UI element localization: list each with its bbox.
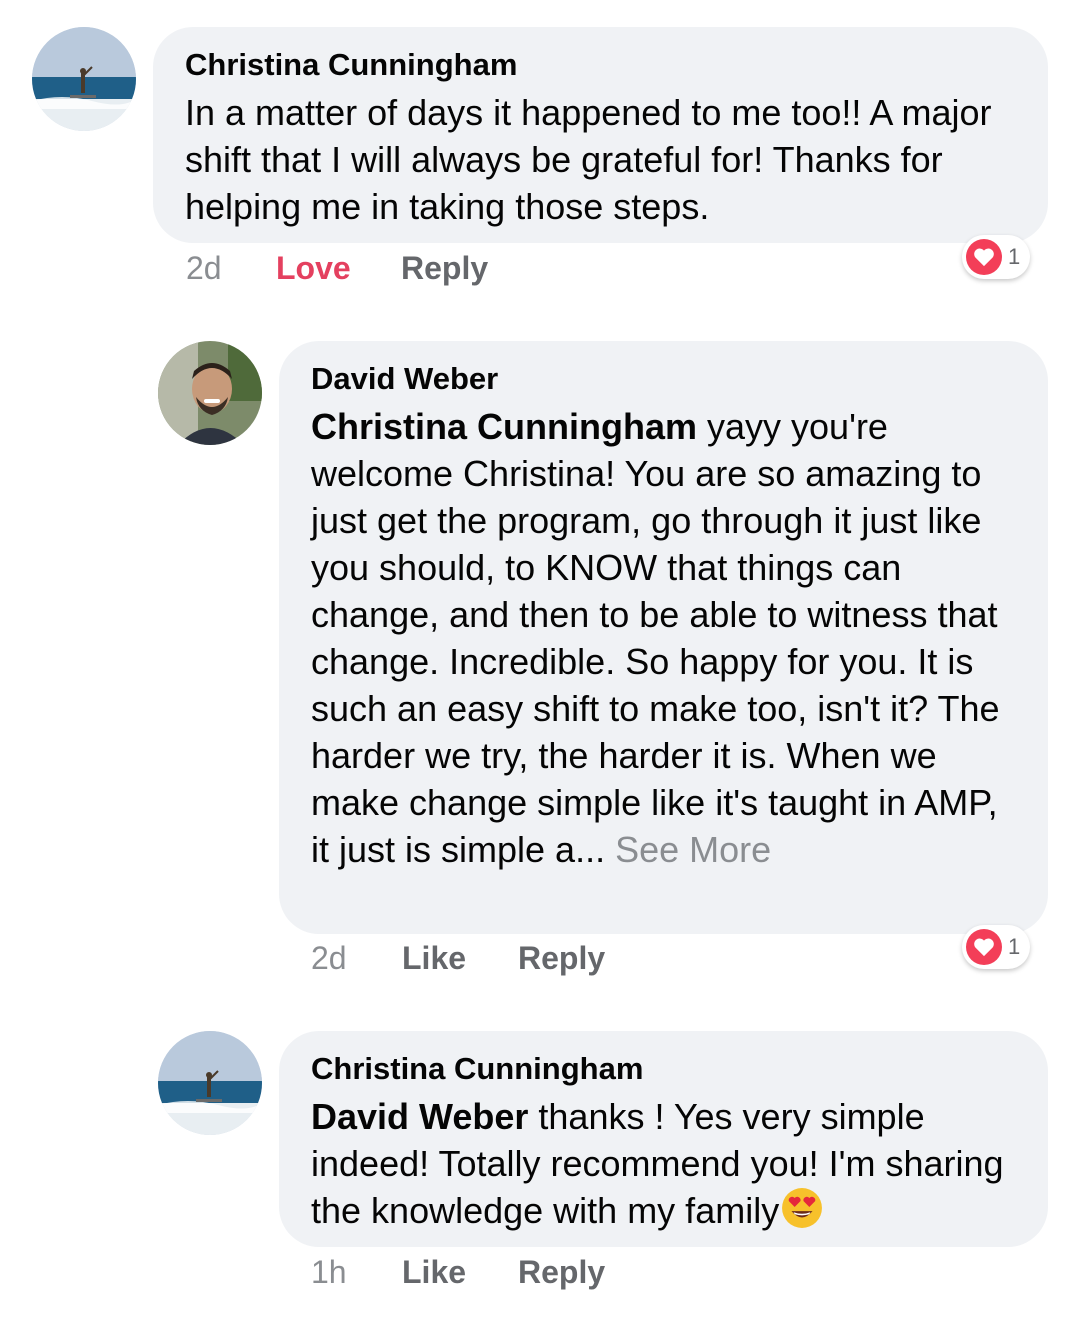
heart-eyes-emoji [782, 1188, 823, 1228]
like-button[interactable]: Like [402, 1254, 518, 1291]
profile-photo-icon [158, 341, 262, 445]
mention-link[interactable]: David Weber [311, 1096, 528, 1137]
comment-timestamp[interactable]: 1h [311, 1254, 402, 1291]
comment-actions: 2d Like Reply [311, 936, 605, 980]
comment-timestamp[interactable]: 2d [186, 250, 276, 287]
comment-bubble: Christina Cunningham David Weber thanks … [279, 1031, 1048, 1247]
reply-button[interactable]: Reply [401, 250, 488, 287]
comment-actions: 2d Love Reply [186, 246, 488, 290]
beach-photo-icon [32, 27, 136, 131]
comment-author[interactable]: Christina Cunningham [185, 45, 1014, 85]
reply-button[interactable]: Reply [518, 940, 605, 977]
comment-text: In a matter of days it happened to me to… [185, 92, 992, 227]
comment-author[interactable]: David Weber [311, 359, 1018, 399]
comment-timestamp[interactable]: 2d [311, 940, 402, 977]
comment-text: David Weber thanks ! Yes very simple ind… [311, 1093, 1018, 1234]
reaction-summary[interactable]: 1 [962, 235, 1031, 279]
comment-text: Christina Cunningham yayy you're welcome… [311, 403, 1018, 873]
beach-photo-icon [158, 1031, 262, 1135]
comment-text-content: yayy you're welcome Christina! You are s… [311, 406, 1000, 870]
comment-bubble: Christina Cunningham In a matter of days… [153, 27, 1048, 243]
reply-button[interactable]: Reply [518, 1254, 605, 1291]
reaction-count: 1 [1008, 934, 1021, 959]
reaction-count: 1 [1008, 244, 1021, 269]
mention-link[interactable]: Christina Cunningham [311, 406, 697, 447]
avatar[interactable] [158, 1031, 262, 1135]
avatar[interactable] [158, 341, 262, 445]
reaction-summary[interactable]: 1 [962, 925, 1031, 969]
like-button[interactable]: Like [402, 940, 518, 977]
love-button[interactable]: Love [276, 250, 401, 287]
heart-reaction-icon [966, 929, 1002, 965]
comment-author[interactable]: Christina Cunningham [311, 1049, 1018, 1089]
comment-bubble: David Weber Christina Cunningham yayy yo… [279, 341, 1048, 934]
comment-actions: 1h Like Reply [311, 1250, 605, 1294]
heart-reaction-icon [966, 239, 1002, 275]
see-more-link[interactable]: See More [605, 829, 771, 870]
avatar[interactable] [32, 27, 136, 131]
